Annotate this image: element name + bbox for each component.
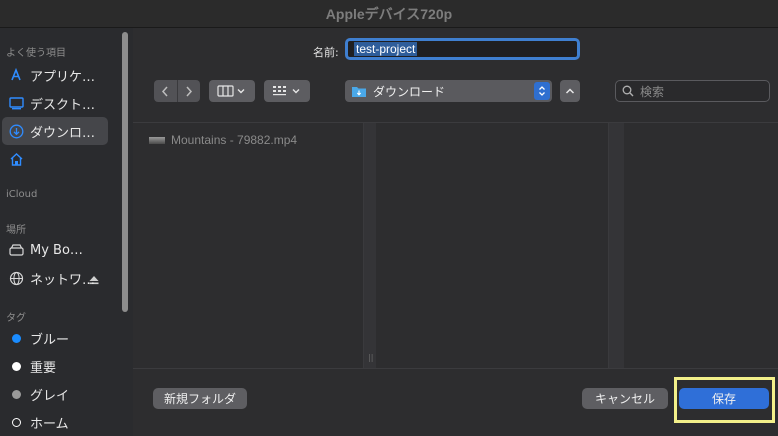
file-item[interactable]: Mountains - 79882.mp4 [149,133,297,147]
sidebar: よく使う項目 アプリケ… デスクト… ダウンロ… iCloud 場所 My Bo… [0,28,133,436]
chevron-left-icon [162,86,168,96]
search-field[interactable]: 検索 [615,80,770,102]
filename-input[interactable]: test-project [345,38,580,60]
button-bar: 新規フォルダ キャンセル 保存 [133,368,778,436]
column-view-icon [217,85,245,97]
tags-header: タグ [6,313,26,324]
sidebar-tag-blue[interactable]: ブルー [2,324,108,352]
column-resize-handle[interactable]: || [368,353,373,362]
save-panel: 名前: test-project ダウンロード 検索 Mountains - 7… [133,28,778,436]
video-thumbnail-icon [149,136,165,144]
column-resize-gutter[interactable] [364,123,376,369]
group-view-button[interactable] [264,80,310,102]
column-gutter [609,123,624,369]
name-label: 名前: [313,46,339,59]
column-browser: Mountains - 79882.mp4 || [133,122,778,369]
grid-view-icon [273,86,300,96]
sidebar-item-label: デスクト… [30,97,96,113]
forward-button[interactable] [177,80,200,102]
search-icon [622,85,634,97]
drive-icon [8,242,24,258]
back-button[interactable] [154,80,178,102]
sidebar-item-downloads[interactable]: ダウンロ… [2,117,108,145]
search-placeholder: 検索 [640,84,665,99]
sidebar-tag-important[interactable]: 重要 [2,352,108,380]
collapse-button[interactable] [560,80,580,102]
tag-dot-icon [8,330,24,346]
sidebar-item-label: ホーム [30,416,69,432]
applications-icon [8,67,24,83]
sidebar-item-desktop[interactable]: デスクト… [2,89,108,117]
window-title: Appleデバイス720p [325,5,453,22]
cancel-button[interactable]: キャンセル [582,388,668,409]
save-button[interactable]: 保存 [679,388,769,409]
sidebar-item-home[interactable] [2,145,108,173]
sidebar-item-label: アプリケ… [30,69,96,85]
locations-header: 場所 [6,225,26,236]
sidebar-scrollbar[interactable] [122,32,128,312]
sidebar-item-applications[interactable]: アプリケ… [2,61,108,89]
sidebar-item-label: ブルー [30,332,70,348]
icloud-header: iCloud [6,189,38,200]
tag-dot-icon [8,386,24,402]
downloads-icon [8,123,24,139]
file-name: Mountains - 79882.mp4 [171,133,298,147]
desktop-icon [8,95,24,111]
filename-value: test-project [354,42,418,56]
window-titlebar: Appleデバイス720p [0,0,778,28]
sidebar-item-network[interactable]: ネットワ… [2,264,108,292]
sidebar-item-label: My Bo… [30,242,83,258]
column-view-button[interactable] [209,80,255,102]
chevron-up-icon [565,88,575,94]
home-icon [8,151,24,167]
updown-chevron-icon [534,82,550,100]
navigation-buttons [154,80,200,102]
network-icon [8,270,24,286]
sidebar-item-label: ネットワ… [30,272,96,288]
location-popup[interactable]: ダウンロード [345,80,552,102]
location-label: ダウンロード [373,84,446,99]
tag-dot-icon [8,358,24,374]
chevron-right-icon [186,86,192,96]
sidebar-item-drive[interactable]: My Bo… [2,236,108,264]
new-folder-button[interactable]: 新規フォルダ [153,388,247,409]
sidebar-tag-home[interactable]: ホーム [2,408,108,436]
sidebar-tag-gray[interactable]: グレイ [2,380,108,408]
sidebar-item-label: ダウンロ… [30,125,96,141]
sidebar-item-label: グレイ [30,388,70,404]
favorites-header: よく使う項目 [6,48,66,59]
sidebar-item-label: 重要 [30,360,57,376]
tag-dot-icon [8,414,24,430]
folder-icon [351,85,367,98]
